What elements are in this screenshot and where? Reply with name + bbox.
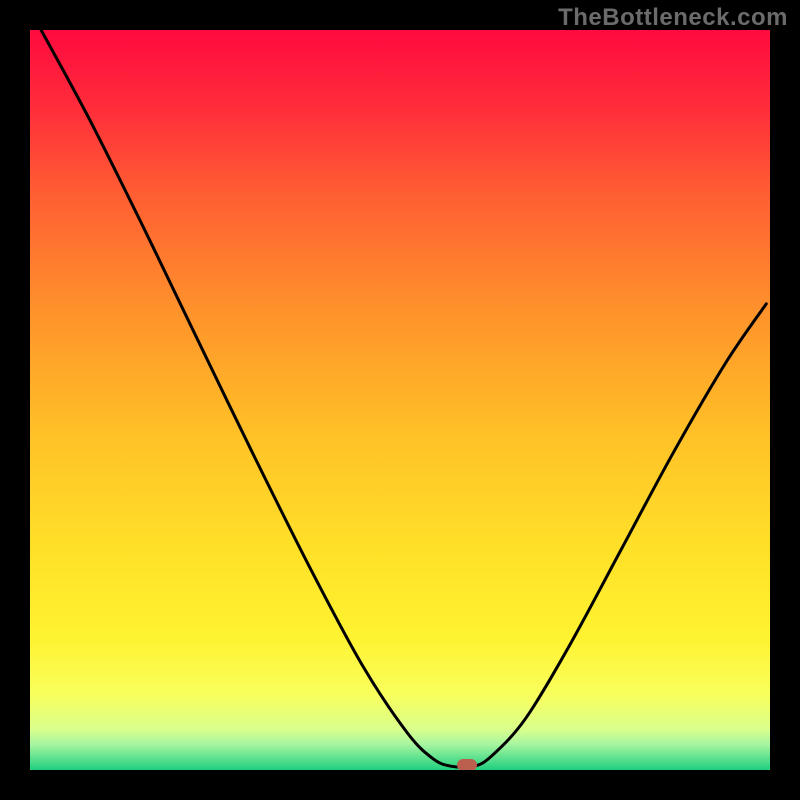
valley-marker-icon <box>457 759 477 770</box>
bottleneck-curve <box>30 30 770 770</box>
watermark-text: TheBottleneck.com <box>558 4 788 32</box>
plot-area <box>30 30 770 770</box>
chart-container: TheBottleneck.com <box>0 0 800 800</box>
